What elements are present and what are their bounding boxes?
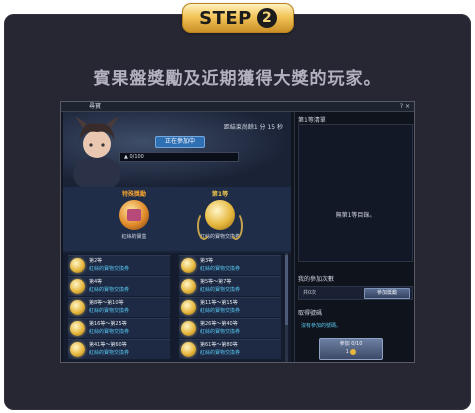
character-illustration (73, 116, 121, 187)
reward-name: 紅絲的寶物交換券 (200, 308, 241, 314)
reward-name: 紅絲的寶物交換券 (200, 350, 241, 356)
reward-name: 紅絲的寶物交換券 (200, 266, 241, 272)
take-number-title: 取得號碼 (298, 310, 323, 317)
step-number: 2 (256, 8, 277, 28)
coupon-icon (70, 321, 85, 336)
coupon-icon (181, 258, 196, 273)
laurel-right-icon (229, 212, 243, 240)
special-reward-caption: 紅絲的寶盒 (121, 234, 147, 240)
reward-list-item[interactable]: 第5等～第7等紅絲的寶物交換券 (179, 276, 281, 296)
coupon-icon (181, 342, 196, 357)
join-button-cost: 1 (345, 349, 349, 355)
winners-empty-text: 無第1等目錄。 (335, 212, 376, 219)
top-rewards: 特殊獎勵 紅絲的寶盒 第1等 紅絲的寶物交換券 (63, 187, 291, 251)
reward-name: 紅絲的寶物交換券 (89, 287, 130, 293)
user-icon: ▲ (124, 154, 128, 160)
special-reward[interactable]: 特殊獎勵 紅絲的寶盒 (89, 190, 179, 240)
join-button-count: 0/10 (351, 341, 363, 347)
my-count-value: 共0次 (303, 290, 317, 296)
info-panel: 第1等清單 無第1等目錄。 我的參加次數 共0次 參加獎勵 取得號碼 沒有參加的… (294, 112, 414, 362)
scrollbar-thumb[interactable] (285, 255, 288, 325)
coupon-icon (70, 300, 85, 315)
reward-list-item[interactable]: 第26等～第40等 紅絲的寶物交換券 (179, 318, 281, 338)
coupon-icon (70, 258, 85, 273)
join-reward-button[interactable]: 參加獎勵 (364, 288, 410, 299)
reward-list: 第2等 紅絲的寶物交換券 第3等 紅絲的寶物交換券 第4等 紅絲的寶物交換券 第5等～第7等… (63, 253, 291, 362)
participation-progress-bar: ▲ 0/100 (119, 152, 239, 162)
event-banner: 距結束尚餘1 分 15 秒 正在參加中 ▲ 0/100 (63, 112, 291, 187)
reward-rank: 第2等 (89, 258, 103, 264)
reward-rank: 第8等～第10等 (89, 300, 124, 306)
coupon-icon (181, 321, 196, 336)
reward-list-item[interactable]: 第8等～第10等 紅絲的寶物交換券 (68, 297, 170, 317)
first-prize-reward[interactable]: 第1等 紅絲的寶物交換券 (175, 190, 265, 240)
reward-list-item[interactable]: 第41等～第60等 紅絲的寶物交換券 (68, 339, 170, 359)
reward-name: 紅絲的寶物交換券 (89, 350, 130, 356)
join-button[interactable]: 參加 0/10 1 (319, 338, 383, 360)
coupon-icon (70, 342, 85, 357)
headline: 賓果盤獎勵及近期獲得大獎的玩家。 (93, 69, 382, 89)
reward-rank: 第4等 (89, 279, 103, 285)
coupon-icon (181, 300, 196, 315)
reward-list-item[interactable]: 第16等～第25等 紅絲的寶物交換券 (68, 318, 170, 338)
reward-rank: 第61等～第80等 (200, 342, 238, 348)
reward-rank: 第11等～第15等 (200, 300, 238, 306)
my-count-row: 共0次 參加獎勵 (298, 286, 413, 300)
reward-name: 紅絲的寶物交換券 (200, 329, 241, 335)
first-prize-caption: 紅絲的寶物交換券 (199, 234, 240, 240)
step-label: STEP (199, 7, 252, 29)
reward-rank: 第41等～第60等 (89, 342, 127, 348)
gift-box-shape (127, 209, 141, 221)
no-number-hint: 沒有參加的號碼。 (301, 323, 342, 329)
winners-title: 第1等清單 (298, 117, 326, 124)
winners-list: 無第1等目錄。 (298, 124, 413, 262)
progress-value: 0/100 (129, 154, 144, 160)
reward-list-item[interactable]: 第61等～第80等 紅絲的寶物交換券 (179, 339, 281, 359)
first-prize-label: 第1等 (211, 191, 229, 198)
window-controls[interactable]: ? × (400, 102, 410, 111)
coupon-icon (70, 279, 85, 294)
coupon-icon (181, 279, 196, 294)
countdown-text: 距結束尚餘1 分 15 秒 (223, 124, 283, 131)
joining-status-badge: 正在參加中 (155, 136, 205, 148)
my-count-title: 我的參加次數 (298, 276, 335, 283)
special-reward-label: 特殊獎勵 (121, 191, 146, 198)
reward-area: 距結束尚餘1 分 15 秒 正在參加中 ▲ 0/100 特殊獎勵 紅絲的寶盒 第… (63, 112, 291, 362)
window-title: 尋寶 (89, 103, 102, 110)
treasure-box-icon (119, 200, 149, 230)
laurel-left-icon (197, 212, 211, 240)
reward-rank: 第26等～第40等 (200, 321, 238, 327)
reward-list-item[interactable]: 第3等紅絲的寶物交換券 (179, 255, 281, 275)
reward-name: 紅絲的寶物交換券 (89, 266, 130, 272)
reward-rank: 第3等 (200, 258, 214, 264)
reward-name: 紅絲的寶物交換券 (89, 329, 130, 335)
game-window-screenshot: 尋寶 ? × 距結束尚餘1 分 15 秒 正在參加中 ▲ 0/100 特殊獎勵 … (60, 101, 415, 363)
reward-list-scrollbar[interactable] (285, 253, 288, 362)
progress-text: ▲ 0/100 (120, 153, 242, 161)
reward-list-item[interactable]: 第4等紅絲的寶物交換券 (68, 276, 170, 296)
reward-list-item[interactable]: 第11等～第15等 紅絲的寶物交換券 (179, 297, 281, 317)
coupon-coin-icon (197, 200, 243, 240)
reward-rank: 第16等～第25等 (89, 321, 127, 327)
coin-icon (350, 348, 357, 355)
reward-list-item[interactable]: 第2等紅絲的寶物交換券 (68, 255, 170, 275)
window-titlebar: 尋寶 ? × (61, 102, 414, 112)
reward-rank: 第5等～第7等 (200, 279, 232, 285)
reward-name: 紅絲的寶物交換券 (200, 287, 241, 293)
step-badge: STEP 2 (182, 3, 294, 33)
reward-name: 紅絲的寶物交換券 (89, 308, 130, 314)
join-button-label: 參加 (339, 341, 350, 347)
